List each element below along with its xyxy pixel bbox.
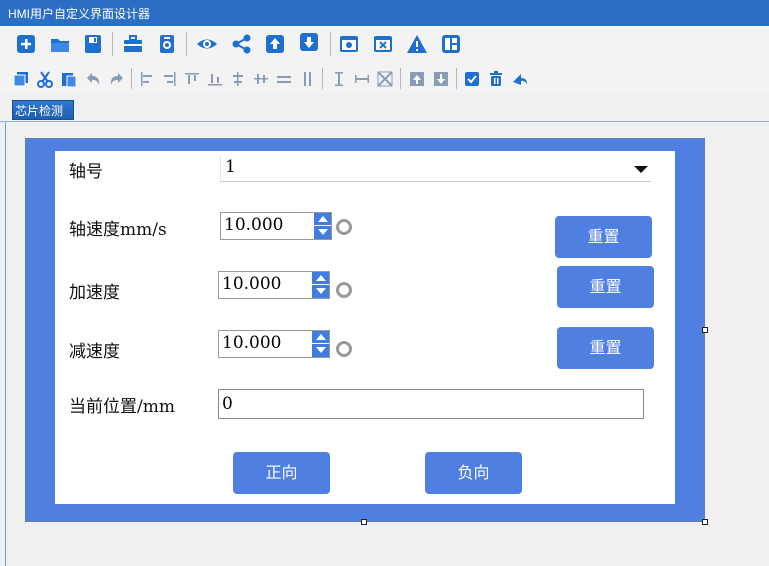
align-center-h-icon[interactable] xyxy=(229,70,247,88)
distribute-h-icon[interactable] xyxy=(275,70,293,88)
same-size-icon[interactable] xyxy=(376,70,394,88)
resize-handle-right[interactable] xyxy=(702,327,708,333)
align-center-v-icon[interactable] xyxy=(252,70,270,88)
open-folder-icon[interactable] xyxy=(49,33,71,55)
title-bar: HMI用户自定义界面设计器 xyxy=(0,0,769,26)
acceleration-indicator-icon xyxy=(336,282,352,298)
tab-chip-detection[interactable]: 芯片检测 xyxy=(12,100,74,120)
deceleration-label: 减速度 xyxy=(69,342,120,362)
axis-speed-spinbox[interactable]: 10.000 xyxy=(220,212,332,240)
spin-up-icon[interactable] xyxy=(316,275,326,281)
axis-speed-indicator-icon xyxy=(336,219,352,235)
cut-icon[interactable] xyxy=(36,70,54,88)
acceleration-value: 10.000 xyxy=(222,274,282,294)
undo-icon[interactable] xyxy=(84,70,102,88)
current-position-value: 0 xyxy=(222,394,233,414)
align-right-icon[interactable] xyxy=(160,70,178,88)
dropdown-arrow-icon[interactable] xyxy=(634,166,648,173)
download-icon[interactable] xyxy=(298,31,320,53)
axis-select[interactable]: 1 xyxy=(220,155,651,182)
acceleration-spinbox[interactable]: 10.000 xyxy=(218,271,330,299)
main-toolbar xyxy=(0,26,769,63)
spin-down-icon[interactable] xyxy=(316,288,326,294)
deceleration-reset-button[interactable]: 重置 xyxy=(557,327,654,369)
forward-button[interactable]: 正向 xyxy=(233,452,330,494)
send-back-icon[interactable] xyxy=(432,70,450,88)
resize-handle-bottom[interactable] xyxy=(361,519,367,525)
acceleration-stepper[interactable] xyxy=(312,272,329,298)
share-icon[interactable] xyxy=(231,33,253,55)
resize-handle-corner[interactable] xyxy=(702,519,708,525)
export-icon[interactable] xyxy=(511,70,529,88)
toolbox-icon[interactable] xyxy=(122,33,144,55)
axis-select-value: 1 xyxy=(225,157,236,177)
acceleration-label: 加速度 xyxy=(69,283,120,303)
preview-eye-icon[interactable] xyxy=(196,33,218,55)
new-icon[interactable] xyxy=(15,33,37,55)
upload-icon[interactable] xyxy=(264,33,286,55)
bring-front-icon[interactable] xyxy=(408,70,426,88)
window-settings-icon[interactable] xyxy=(338,33,360,55)
tab-underline xyxy=(0,121,769,122)
paste-icon[interactable] xyxy=(60,70,78,88)
reverse-button[interactable]: 负向 xyxy=(425,452,522,494)
deceleration-stepper[interactable] xyxy=(312,331,329,357)
same-height-icon[interactable] xyxy=(330,70,348,88)
deceleration-value: 10.000 xyxy=(222,333,282,353)
acceleration-reset-button[interactable]: 重置 xyxy=(557,266,654,308)
same-width-icon[interactable] xyxy=(353,70,371,88)
warning-icon[interactable] xyxy=(406,33,428,55)
axis-speed-stepper[interactable] xyxy=(314,213,331,239)
axis-speed-reset-button[interactable]: 重置 xyxy=(555,216,652,258)
redo-icon[interactable] xyxy=(108,70,126,88)
spin-down-icon[interactable] xyxy=(316,347,326,353)
axis-speed-label: 轴速度mm/s xyxy=(69,220,167,240)
window-title: HMI用户自定义界面设计器 xyxy=(8,7,150,21)
align-left-icon[interactable] xyxy=(138,70,156,88)
spin-up-icon[interactable] xyxy=(316,334,326,340)
delete-icon[interactable] xyxy=(487,70,505,88)
check-icon[interactable] xyxy=(463,70,481,88)
window-close-icon[interactable] xyxy=(372,33,394,55)
distribute-v-icon[interactable] xyxy=(298,70,316,88)
spin-down-icon[interactable] xyxy=(318,229,328,235)
deceleration-indicator-icon xyxy=(336,341,352,357)
layout-icon[interactable] xyxy=(440,33,462,55)
save-icon[interactable] xyxy=(82,33,104,55)
copy-icon[interactable] xyxy=(12,70,30,88)
spin-up-icon[interactable] xyxy=(318,216,328,222)
tab-bar xyxy=(0,94,769,122)
align-bottom-icon[interactable] xyxy=(206,70,224,88)
left-border xyxy=(5,122,6,566)
current-position-label: 当前位置/mm xyxy=(69,397,175,417)
properties-icon[interactable] xyxy=(156,33,178,55)
axis-label: 轴号 xyxy=(69,162,103,182)
current-position-field[interactable]: 0 xyxy=(218,389,644,419)
edit-toolbar xyxy=(0,63,769,94)
axis-speed-value: 10.000 xyxy=(224,215,284,235)
deceleration-spinbox[interactable]: 10.000 xyxy=(218,330,330,358)
align-top-icon[interactable] xyxy=(183,70,201,88)
